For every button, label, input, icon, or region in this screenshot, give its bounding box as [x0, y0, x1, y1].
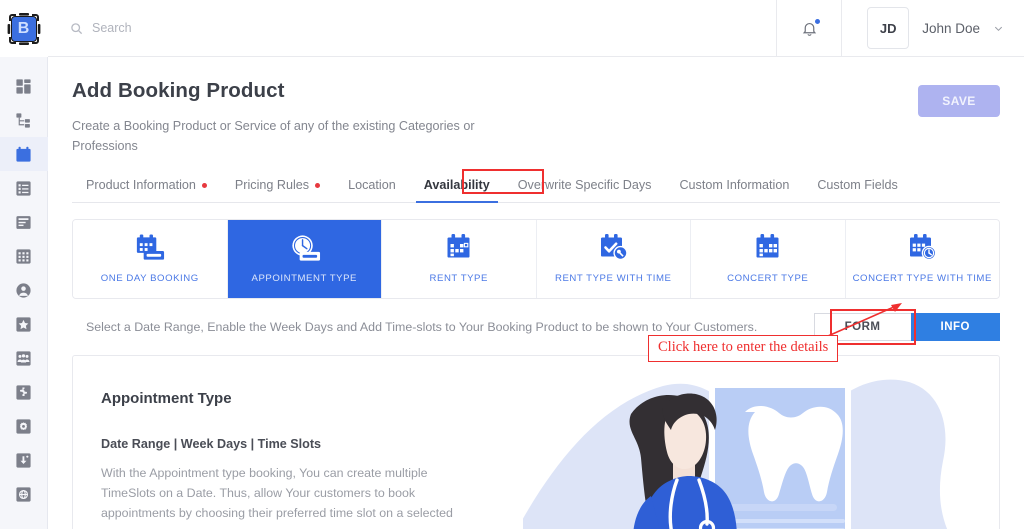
- app-logo[interactable]: B: [0, 0, 48, 57]
- tab-label: Product Information: [86, 178, 196, 193]
- tab-location[interactable]: Location: [334, 172, 410, 202]
- booking-type-label: ONE DAY BOOKING: [100, 273, 199, 285]
- puzzle-icon: [16, 384, 31, 400]
- sidebar-items: [0, 57, 48, 511]
- sidebar-item-sitemap[interactable]: [0, 103, 48, 137]
- sidebar: B: [0, 0, 48, 529]
- sidebar-item-addons[interactable]: [0, 375, 48, 409]
- booking-type-rent-type[interactable]: RENT TYPE: [382, 220, 537, 299]
- avatar: JD: [867, 7, 910, 49]
- booking-type-concert-type-with-time[interactable]: CONCERT TYPE WITH TIME: [845, 220, 999, 299]
- tab-label: Custom Fields: [817, 178, 898, 193]
- info-panel-illustration: [523, 356, 999, 529]
- calendar-check-key-icon: [600, 234, 628, 261]
- tab-availability[interactable]: Availability: [410, 172, 504, 204]
- logo-selection-frame: B: [6, 11, 42, 47]
- booking-type-label: CONCERT TYPE: [727, 273, 809, 285]
- calendar-clock-icon: [909, 234, 937, 261]
- sidebar-item-document[interactable]: [0, 205, 48, 239]
- main-area: JD John Doe Add Booking Product Create a…: [48, 0, 1024, 529]
- booking-type-appointment-type[interactable]: APPOINTMENT TYPE: [227, 220, 382, 299]
- info-panel-title: Appointment Type: [101, 390, 232, 408]
- tab-bar: Product Information Pricing Rules Locati…: [72, 169, 1000, 204]
- view-mode-switch: FORM INFO: [813, 313, 1000, 342]
- page-header: Add Booking Product Create a Booking Pro…: [72, 57, 1000, 156]
- booking-type-rent-type-with-time[interactable]: RENT TYPE WITH TIME: [536, 220, 691, 299]
- search-input[interactable]: [92, 21, 392, 35]
- availability-toolbar: Select a Date Range, Enable the Week Day…: [72, 309, 1000, 346]
- sidebar-item-language[interactable]: [0, 477, 48, 511]
- star-icon: [16, 316, 31, 332]
- sidebar-item-dashboard[interactable]: [0, 69, 48, 103]
- sidebar-item-favorites[interactable]: [0, 307, 48, 341]
- search-container[interactable]: [48, 0, 776, 56]
- save-button[interactable]: SAVE: [918, 85, 1000, 117]
- tab-label: Overwrite Specific Days: [517, 178, 652, 193]
- page-content: Add Booking Product Create a Booking Pro…: [48, 57, 1024, 529]
- tab-label: Availability: [423, 178, 490, 193]
- globe-icon: [16, 486, 31, 502]
- app-root: B Search JD John Doe Add Booking Product…: [0, 0, 1024, 529]
- info-view-button[interactable]: INFO: [910, 313, 1000, 342]
- clock-appointment-icon: [292, 235, 320, 261]
- user-name: John Doe: [922, 20, 980, 36]
- user-menu[interactable]: JD John Doe: [842, 0, 1024, 56]
- chevron-down-icon: [994, 26, 1003, 31]
- sidebar-item-downloads[interactable]: [0, 443, 48, 477]
- calendar-concert-icon: [756, 234, 779, 258]
- calendar-rent-icon: [447, 234, 470, 258]
- availability-helper-text: Select a Date Range, Enable the Week Day…: [86, 320, 758, 335]
- document-icon: [16, 215, 31, 229]
- sidebar-item-profile[interactable]: [0, 273, 48, 307]
- sitemap-icon: [16, 112, 30, 128]
- booking-type-concert-type[interactable]: CONCERT TYPE: [691, 220, 846, 299]
- tab-custom-fields[interactable]: Custom Fields: [803, 172, 911, 202]
- info-panel-text: Appointment Type Date Range | Week Days …: [73, 356, 523, 529]
- tab-overwrite-specific-days[interactable]: Overwrite Specific Days: [504, 172, 666, 202]
- page-title: Add Booking Product: [72, 79, 285, 102]
- list-icon: [16, 180, 31, 196]
- tab-pricing-rules[interactable]: Pricing Rules: [221, 172, 334, 202]
- info-panel-body: With the Appointment type booking, You c…: [101, 466, 453, 521]
- gear-icon: [16, 418, 31, 434]
- grid-icon: [16, 248, 31, 264]
- page-subtitle: Create a Booking Product or Service of a…: [72, 119, 475, 153]
- booking-type-label: RENT TYPE WITH TIME: [554, 273, 672, 285]
- search-icon: [71, 22, 83, 34]
- booking-type-label: CONCERT TYPE WITH TIME: [852, 273, 992, 285]
- booking-type-label: APPOINTMENT TYPE: [251, 273, 357, 285]
- info-panel: Appointment Type Date Range | Week Days …: [72, 355, 1000, 529]
- annotation-callout: Click here to enter the details: [648, 335, 839, 362]
- users-group-icon: [16, 350, 31, 366]
- booking-type-selector: ONE DAY BOOKING APPOINTMENT TYPE RENT TY…: [72, 219, 1000, 300]
- required-dot: [315, 182, 321, 188]
- tab-label: Location: [348, 178, 396, 193]
- dashboard-icon: [16, 78, 31, 94]
- notifications-button[interactable]: [776, 0, 843, 56]
- notification-badge: [814, 18, 822, 25]
- booking-type-label: RENT TYPE: [429, 273, 488, 285]
- required-dot: [201, 182, 207, 188]
- sidebar-item-grid[interactable]: [0, 239, 48, 273]
- user-circle-icon: [16, 282, 31, 298]
- sidebar-item-calendar[interactable]: [0, 137, 48, 171]
- info-panel-subtitle: Date Range | Week Days | Time Slots: [101, 437, 322, 452]
- booking-type-one-day-booking[interactable]: ONE DAY BOOKING: [73, 220, 228, 299]
- page-header-text: Add Booking Product Create a Booking Pro…: [72, 79, 918, 156]
- tab-product-information[interactable]: Product Information: [72, 172, 221, 202]
- tab-custom-information[interactable]: Custom Information: [665, 172, 803, 202]
- calendar-icon: [16, 146, 31, 162]
- top-bar: JD John Doe: [48, 0, 1024, 57]
- download-icon: [16, 452, 31, 468]
- calendar-booking-icon: [137, 234, 165, 260]
- sidebar-item-settings[interactable]: [0, 409, 48, 443]
- dentist-tooth-xray-illustration: [523, 379, 948, 529]
- tab-label: Custom Information: [679, 178, 790, 193]
- sidebar-item-users[interactable]: [0, 341, 48, 375]
- logo-letter: B: [10, 15, 37, 42]
- sidebar-item-list[interactable]: [0, 171, 48, 205]
- tab-label: Pricing Rules: [234, 178, 310, 193]
